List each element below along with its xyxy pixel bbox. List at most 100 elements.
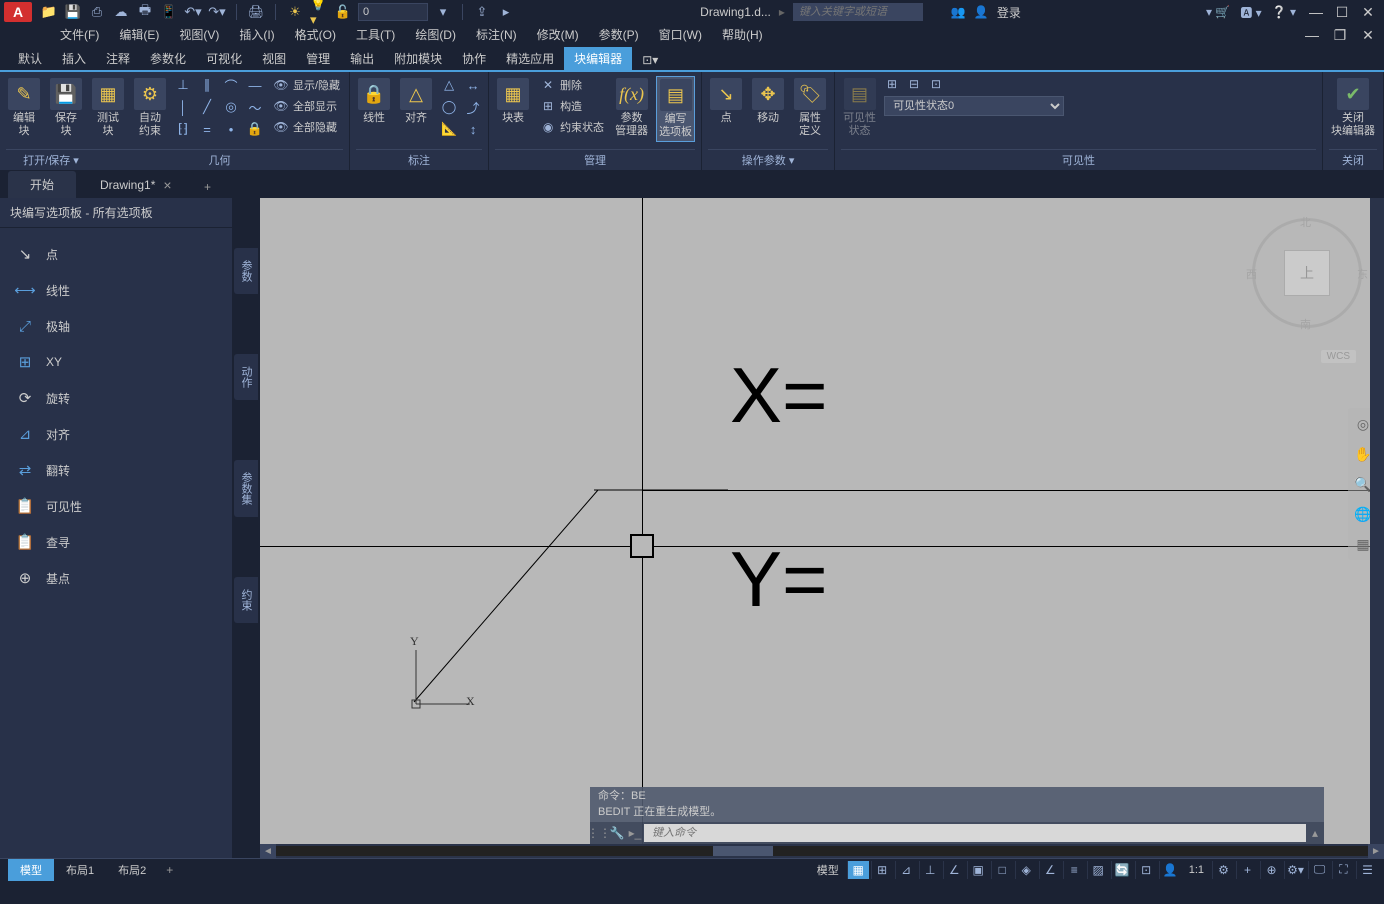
pitem-visibility[interactable]: 📋可见性 xyxy=(0,488,232,524)
attr-def-button[interactable]: 🏷属性 定义 xyxy=(792,76,828,140)
move-button[interactable]: ✥移动 xyxy=(750,76,786,127)
lock-icon[interactable]: 🔓 xyxy=(334,3,352,21)
vis-a-icon[interactable]: ⊞ xyxy=(884,76,900,92)
pitem-lookup[interactable]: 📋查寻 xyxy=(0,524,232,560)
gc-perp-icon[interactable]: ⊥ xyxy=(174,76,192,94)
exchange-icon[interactable]: ▾ 🛒 xyxy=(1206,5,1230,19)
status-plus-icon[interactable]: + xyxy=(1236,861,1258,879)
gc-coinc-icon[interactable]: • xyxy=(222,120,240,138)
search-input[interactable] xyxy=(793,3,923,21)
menu-view[interactable]: 视图(V) xyxy=(169,24,229,46)
pitem-rotate[interactable]: ⟳旋转 xyxy=(0,380,232,416)
linear-button[interactable]: 🔒线性 xyxy=(356,76,392,127)
menu-window[interactable]: 窗口(W) xyxy=(649,24,712,46)
pitem-flip[interactable]: ⇄翻转 xyxy=(0,452,232,488)
rtab-manage[interactable]: 管理 xyxy=(296,47,340,70)
layer-input[interactable] xyxy=(358,3,428,21)
dim-a-icon[interactable]: △ xyxy=(440,76,458,94)
rtab-view[interactable]: 视图 xyxy=(252,47,296,70)
login-label[interactable]: 登录 xyxy=(997,4,1021,21)
vertical-scrollbar[interactable] xyxy=(1370,198,1384,844)
status-grid-icon[interactable]: ▦ xyxy=(847,861,869,879)
menu-modify[interactable]: 修改(M) xyxy=(527,24,589,46)
sun-icon[interactable]: ☀ xyxy=(286,3,304,21)
pitem-linear[interactable]: ⟷线性 xyxy=(0,272,232,308)
vis-b-icon[interactable]: ⊟ xyxy=(906,76,922,92)
authoring-palette-button[interactable]: ▤编写 选项板 xyxy=(656,76,695,142)
cmd-expand-icon[interactable]: ▴ xyxy=(1306,826,1324,840)
rtab-visualize[interactable]: 可视化 xyxy=(196,47,252,70)
param-manager-button[interactable]: f(x)参数 管理器 xyxy=(613,76,650,140)
align-button[interactable]: △对齐 xyxy=(398,76,434,127)
gc-smooth-icon[interactable]: ～ xyxy=(246,98,264,116)
user-icon[interactable]: 👤 xyxy=(974,5,989,19)
gc-conc-icon[interactable]: ◎ xyxy=(222,98,240,116)
tab-start[interactable]: 开始 xyxy=(8,171,76,198)
menu-insert[interactable]: 插入(I) xyxy=(229,24,284,46)
qat-more-icon[interactable]: ▸ xyxy=(497,3,515,21)
gc-colin-icon[interactable]: ╱ xyxy=(198,98,216,116)
status-ortho-icon[interactable]: ⊥ xyxy=(919,861,941,879)
hide-all-button[interactable]: 👁全部隐藏 xyxy=(270,118,343,136)
btab-layout2[interactable]: 布局2 xyxy=(106,859,158,881)
save-icon[interactable]: 💾 xyxy=(64,3,82,21)
tab-close-icon[interactable]: × xyxy=(163,177,171,193)
panel-open-title[interactable]: 打开/保存 ▾ xyxy=(6,149,96,170)
hscroll-left-icon[interactable]: ◄ xyxy=(260,844,276,858)
show-hide-button[interactable]: 👁显示/隐藏 xyxy=(270,76,343,94)
dim-d-icon[interactable]: ⤴ xyxy=(464,98,482,116)
horizontal-scrollbar[interactable]: ◄ ► xyxy=(260,844,1384,858)
menu-tools[interactable]: 工具(T) xyxy=(346,24,405,46)
status-otrack-icon[interactable]: ∠ xyxy=(1039,861,1061,879)
mobile-icon[interactable]: 📱 xyxy=(160,3,178,21)
view-cube[interactable]: 上 北 南 东 西 xyxy=(1252,218,1362,328)
status-3dosnap-icon[interactable]: ◈ xyxy=(1015,861,1037,879)
edit-block-button[interactable]: ✎编辑 块 xyxy=(6,76,42,140)
doc-minimize-button[interactable]: — xyxy=(1300,26,1324,44)
bulb-icon[interactable]: 💡▾ xyxy=(310,3,328,21)
btab-layout1[interactable]: 布局1 xyxy=(54,859,106,881)
construction-button[interactable]: ⊞构造 xyxy=(537,97,607,115)
help-icon[interactable]: ❔ ▾ xyxy=(1272,5,1296,19)
status-iso-icon[interactable]: ▣ xyxy=(967,861,989,879)
visibility-state-select[interactable]: 可见性状态0 xyxy=(884,96,1064,116)
status-model-label[interactable]: 模型 xyxy=(811,862,845,878)
status-person-icon[interactable]: 👤 xyxy=(1159,861,1181,879)
rtab-insert[interactable]: 插入 xyxy=(52,47,96,70)
rtab-annotate[interactable]: 注释 xyxy=(96,47,140,70)
cmd-config-icon[interactable]: 🔧 xyxy=(608,826,626,840)
status-polar-icon[interactable]: ∠ xyxy=(943,861,965,879)
dim-b-icon[interactable]: ↔ xyxy=(464,76,482,94)
gc-equal-icon[interactable]: = xyxy=(198,120,216,138)
status-infer-icon[interactable]: ⊿ xyxy=(895,861,917,879)
status-qp-icon[interactable]: ⊡ xyxy=(1135,861,1157,879)
vis-state-button[interactable]: ▤可见性 状态 xyxy=(841,76,878,140)
status-lwt-icon[interactable]: ≡ xyxy=(1063,861,1085,879)
pitem-point[interactable]: ↘点 xyxy=(0,236,232,272)
maximize-button[interactable]: ☐ xyxy=(1330,3,1354,21)
menu-format[interactable]: 格式(O) xyxy=(285,24,346,46)
menu-draw[interactable]: 绘图(D) xyxy=(405,24,466,46)
dim-e-icon[interactable]: 📐 xyxy=(440,120,458,138)
rtab-default[interactable]: 默认 xyxy=(8,47,52,70)
auto-constrain-button[interactable]: ⚙自动 约束 xyxy=(132,76,168,140)
gc-par-icon[interactable]: ∥ xyxy=(198,76,216,94)
undo-icon[interactable]: ↶▾ xyxy=(184,3,202,21)
pitem-align[interactable]: ⊿对齐 xyxy=(0,416,232,452)
btab-add-button[interactable]: + xyxy=(158,860,181,880)
doc-close-button[interactable]: ✕ xyxy=(1356,26,1380,44)
status-sc-icon[interactable]: 🔄 xyxy=(1111,861,1133,879)
close-editor-button[interactable]: ✔关闭 块编辑器 xyxy=(1329,76,1377,140)
ptab-params[interactable]: 参数 xyxy=(234,248,258,294)
dim-c-icon[interactable]: ◯ xyxy=(440,98,458,116)
panel-opparam-title[interactable]: 操作参数 ▾ xyxy=(708,149,828,170)
rtab-focus-icon[interactable]: ⊡▾ xyxy=(632,50,668,70)
app-logo[interactable]: A xyxy=(4,2,32,22)
autodesk-icon[interactable]: 🅰 ▾ xyxy=(1240,4,1261,21)
gc-vert-icon[interactable]: │ xyxy=(174,98,192,116)
gc-fix-icon[interactable]: 🔒 xyxy=(246,120,264,138)
ptab-paramsets[interactable]: 参数集 xyxy=(234,460,258,517)
status-trans-icon[interactable]: ▨ xyxy=(1087,861,1109,879)
minimize-button[interactable]: — xyxy=(1304,3,1328,21)
ptab-actions[interactable]: 动作 xyxy=(234,354,258,400)
